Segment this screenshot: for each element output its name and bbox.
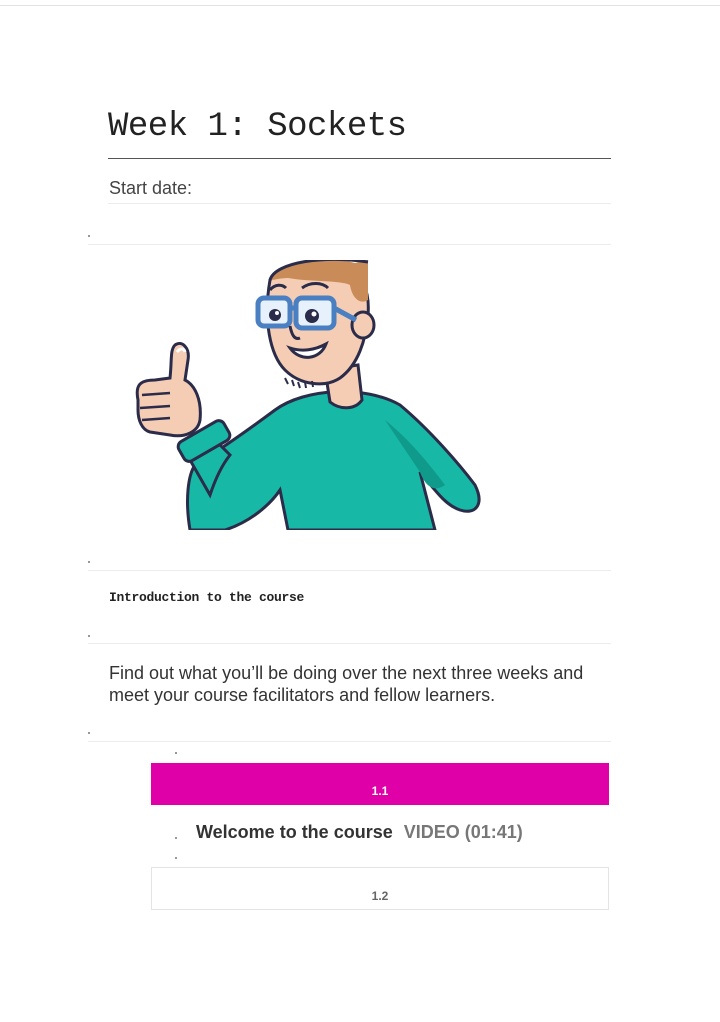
list-bullet (88, 732, 90, 734)
top-divider (0, 5, 720, 6)
step-number: 1.2 (371, 888, 389, 903)
start-date-label: Start date: (109, 178, 193, 198)
list-bullet (88, 235, 90, 237)
step-title: Welcome to the course (196, 822, 393, 842)
divider (88, 643, 611, 644)
divider (108, 203, 611, 204)
divider (88, 244, 611, 245)
list-bullet (175, 857, 177, 859)
title-divider (108, 158, 611, 159)
step-1-2-banner[interactable]: 1.2 (151, 867, 609, 910)
section-description: Find out what you’ll be doing over the n… (109, 663, 584, 705)
list-bullet (175, 837, 177, 839)
step-1-1-banner[interactable]: 1.1 (151, 763, 609, 805)
step-type-badge: VIDEO (01:41) (403, 822, 523, 842)
divider (88, 741, 611, 742)
divider (88, 570, 611, 571)
step-number: 1.1 (371, 784, 389, 798)
list-bullet (175, 752, 177, 754)
section-heading: Introduction to the course (109, 590, 305, 605)
thumbs-up-man-illustration (135, 260, 481, 530)
list-bullet (88, 561, 90, 563)
list-bullet (88, 635, 90, 637)
page-title: Week 1: Sockets (108, 108, 407, 146)
step-1-1-link[interactable]: Welcome to the course VIDEO (01:41) (196, 822, 523, 843)
